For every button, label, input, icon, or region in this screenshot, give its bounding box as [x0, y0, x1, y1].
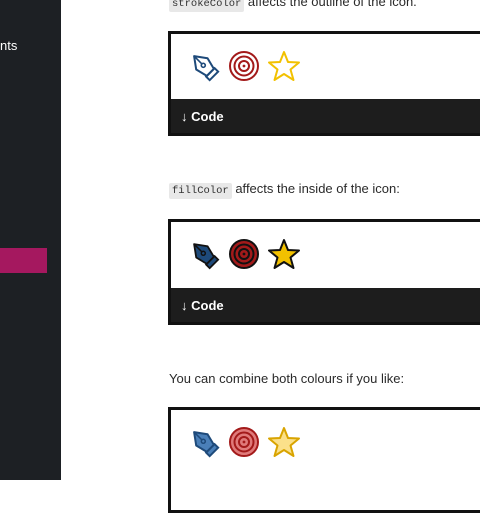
icon-row — [187, 425, 301, 459]
paragraph-text: You can combine both colours if you like… — [169, 371, 405, 386]
inline-code: fillColor — [169, 183, 232, 199]
example-combined — [168, 407, 480, 513]
pen-nib-icon — [193, 431, 220, 458]
icon-row — [187, 49, 301, 83]
icon-row — [187, 237, 301, 271]
sidebar-item-label: nts — [0, 38, 18, 53]
main-content: strokeColor affects the outline of the i… — [61, 0, 480, 513]
paragraph: You can combine both colours if you like… — [169, 371, 404, 386]
paragraph: fillColor affects the inside of the icon… — [169, 181, 400, 199]
pen-nib-icon — [193, 243, 220, 270]
sidebar: nts — [0, 0, 61, 480]
sidebar-item-active[interactable] — [0, 248, 47, 273]
example-stroke: ↓ Code — [168, 31, 480, 136]
sidebar-item[interactable]: nts — [0, 38, 17, 53]
code-toggle-button[interactable]: ↓ Code — [171, 288, 480, 322]
paragraph: strokeColor affects the outline of the i… — [169, 0, 417, 12]
target-icon — [229, 51, 259, 81]
paragraph-text: affects the inside of the icon: — [231, 181, 400, 196]
star-icon — [268, 427, 300, 457]
pen-nib-icon — [193, 55, 220, 82]
inline-code: strokeColor — [169, 0, 245, 12]
target-icon — [229, 427, 259, 457]
star-icon — [268, 51, 300, 81]
example-fill: ↓ Code — [168, 219, 480, 325]
code-toggle-button[interactable]: ↓ Code — [171, 99, 480, 133]
star-icon — [268, 239, 300, 269]
paragraph-text: affects the outline of the icon. — [244, 0, 417, 9]
target-icon — [229, 239, 259, 269]
